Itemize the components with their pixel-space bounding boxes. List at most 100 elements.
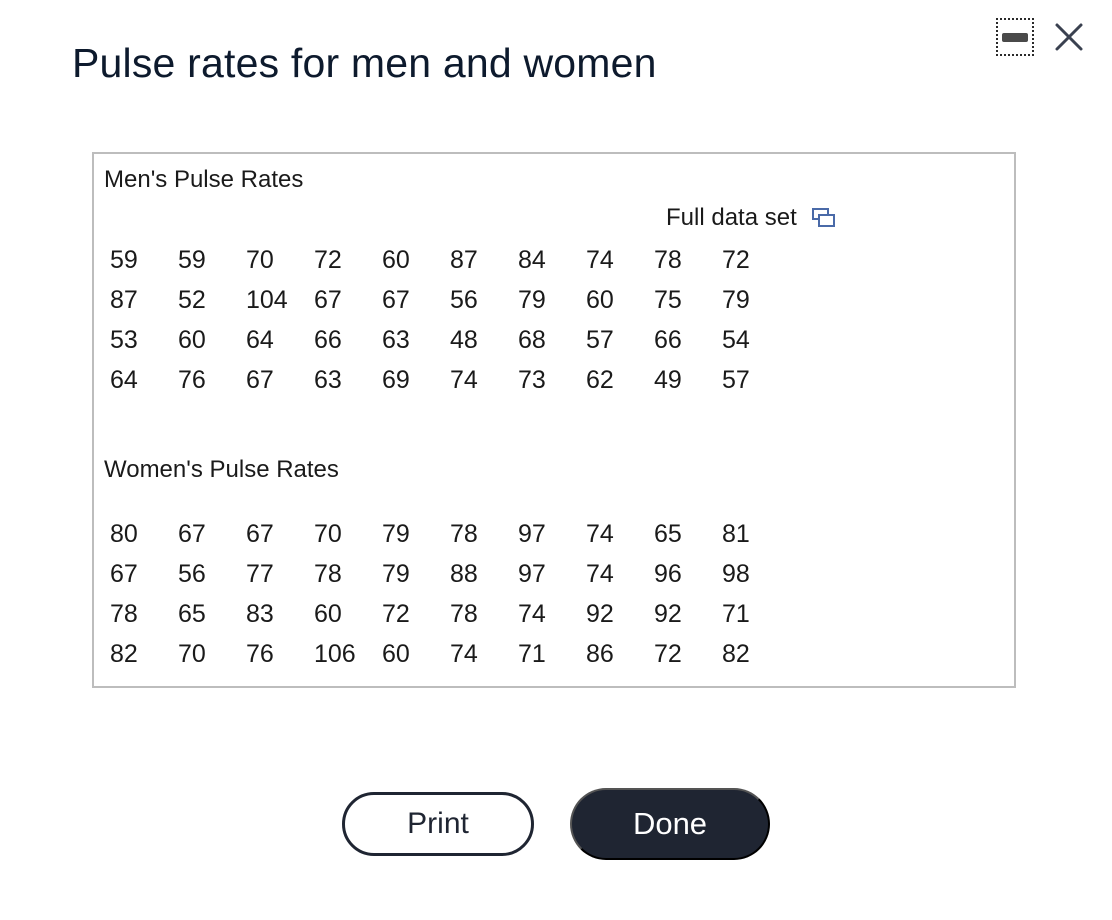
table-cell: 82 — [722, 639, 750, 668]
table-cell: 79 — [722, 285, 750, 314]
table-cell: 64 — [246, 325, 274, 354]
window-controls — [996, 18, 1086, 56]
table-cell: 67 — [246, 365, 274, 394]
table-cell: 56 — [178, 559, 206, 588]
table-row: 59 59 70 72 60 87 84 74 78 72 — [110, 240, 790, 280]
table-cell: 71 — [722, 599, 750, 628]
table-row: 53 60 64 66 63 48 68 57 66 54 — [110, 320, 790, 360]
table-cell: 67 — [314, 285, 342, 314]
table-cell: 87 — [450, 245, 478, 274]
table-cell: 78 — [450, 599, 478, 628]
table-cell: 60 — [586, 285, 614, 314]
table-cell: 76 — [246, 639, 274, 668]
table-cell: 72 — [314, 245, 342, 274]
table-cell: 63 — [382, 325, 410, 354]
popout-windows-icon — [811, 208, 835, 227]
close-icon — [1055, 23, 1083, 51]
table-cell: 88 — [450, 559, 478, 588]
data-panel: Men's Pulse Rates Full data set 59 59 70 72… — [92, 152, 1016, 688]
table-cell: 79 — [518, 285, 546, 314]
table-cell: 74 — [450, 365, 478, 394]
table-cell: 98 — [722, 559, 750, 588]
table-cell: 72 — [382, 599, 410, 628]
table-cell: 67 — [382, 285, 410, 314]
table-cell: 71 — [518, 639, 546, 668]
table-cell: 82 — [110, 639, 138, 668]
table-cell: 97 — [518, 519, 546, 548]
close-button[interactable] — [1052, 20, 1086, 54]
table-cell: 83 — [246, 599, 274, 628]
table-cell: 76 — [178, 365, 206, 394]
dialog-title: Pulse rates for men and women — [72, 40, 657, 86]
table-cell: 92 — [654, 599, 682, 628]
table-cell: 79 — [382, 559, 410, 588]
women-section-heading: Women's Pulse Rates — [104, 456, 339, 483]
table-row: 82 70 76 106 60 74 71 86 72 82 — [110, 634, 790, 674]
table-cell: 49 — [654, 365, 682, 394]
table-row: 64 76 67 63 69 74 73 62 49 57 — [110, 360, 790, 400]
minimize-icon — [1002, 32, 1028, 42]
table-cell: 70 — [314, 519, 342, 548]
table-cell: 79 — [382, 519, 410, 548]
full-data-set-label: Full data set — [666, 204, 797, 231]
table-cell: 64 — [110, 365, 138, 394]
table-cell: 62 — [586, 365, 614, 394]
table-cell: 81 — [722, 519, 750, 548]
full-data-set-link[interactable]: Full data set — [666, 204, 837, 232]
table-cell: 69 — [382, 365, 410, 394]
table-cell: 59 — [178, 245, 206, 274]
table-cell: 67 — [110, 559, 138, 588]
table-cell: 74 — [586, 559, 614, 588]
table-cell: 60 — [314, 599, 342, 628]
table-cell: 78 — [450, 519, 478, 548]
table-cell: 66 — [654, 325, 682, 354]
table-cell: 48 — [450, 325, 478, 354]
table-cell: 106 — [314, 639, 356, 668]
table-cell: 74 — [450, 639, 478, 668]
table-cell: 73 — [518, 365, 546, 394]
table-cell: 56 — [450, 285, 478, 314]
table-row: 80 67 67 70 79 78 97 74 65 81 — [110, 514, 790, 554]
table-row: 87 52 104 67 67 56 79 60 75 79 — [110, 280, 790, 320]
table-cell: 75 — [654, 285, 682, 314]
table-cell: 87 — [110, 285, 138, 314]
table-cell: 78 — [314, 559, 342, 588]
table-cell: 78 — [110, 599, 138, 628]
table-cell: 63 — [314, 365, 342, 394]
table-cell: 77 — [246, 559, 274, 588]
done-button[interactable]: Done — [570, 788, 770, 860]
table-cell: 86 — [586, 639, 614, 668]
table-cell: 68 — [518, 325, 546, 354]
women-pulse-table: 80 67 67 70 79 78 97 74 65 81 67 56 77 78 79 88 97 74 96 98… — [110, 514, 790, 674]
table-cell: 74 — [518, 599, 546, 628]
men-section-heading: Men's Pulse Rates — [104, 166, 304, 193]
table-cell: 57 — [586, 325, 614, 354]
table-cell: 74 — [586, 519, 614, 548]
men-pulse-table: 59 59 70 72 60 87 84 74 78 72 87 52 104 67 67 56 79 60 75 7… — [110, 240, 790, 400]
table-cell: 70 — [246, 245, 274, 274]
table-cell: 74 — [586, 245, 614, 274]
table-cell: 57 — [722, 365, 750, 394]
table-cell: 104 — [246, 285, 288, 314]
table-cell: 97 — [518, 559, 546, 588]
table-cell: 66 — [314, 325, 342, 354]
table-cell: 65 — [178, 599, 206, 628]
table-row: 78 65 83 60 72 78 74 92 92 71 — [110, 594, 790, 634]
table-cell: 65 — [654, 519, 682, 548]
table-cell: 72 — [654, 639, 682, 668]
table-cell: 53 — [110, 325, 138, 354]
table-cell: 84 — [518, 245, 546, 274]
minimize-button[interactable] — [996, 18, 1034, 56]
table-cell: 67 — [178, 519, 206, 548]
table-cell: 59 — [110, 245, 138, 274]
table-cell: 92 — [586, 599, 614, 628]
table-cell: 96 — [654, 559, 682, 588]
table-cell: 72 — [722, 245, 750, 274]
table-cell: 60 — [178, 325, 206, 354]
table-row: 67 56 77 78 79 88 97 74 96 98 — [110, 554, 790, 594]
table-cell: 60 — [382, 245, 410, 274]
table-cell: 80 — [110, 519, 138, 548]
table-cell: 67 — [246, 519, 274, 548]
print-button[interactable]: Print — [342, 792, 534, 856]
pulse-rates-dialog: Pulse rates for men and women Men's Puls… — [0, 0, 1112, 920]
